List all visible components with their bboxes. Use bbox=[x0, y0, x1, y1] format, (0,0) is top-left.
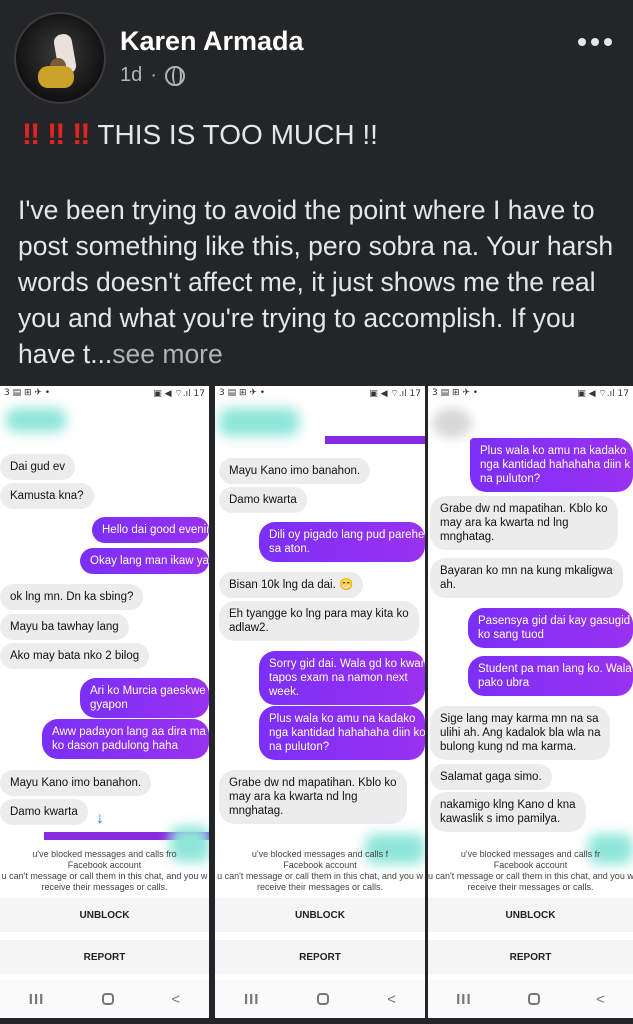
android-nav-bar: III < bbox=[0, 980, 209, 1018]
post-body: I've been trying to avoid the point wher… bbox=[18, 192, 618, 372]
more-options-icon[interactable] bbox=[578, 38, 612, 46]
message-in: Kamusta kna? bbox=[0, 483, 94, 509]
message-in: Mayu ba tawhay lang bbox=[0, 614, 129, 640]
message-out: Ari ko Murcia gaeskwe gyapon bbox=[80, 678, 209, 718]
screenshot-2[interactable]: 3 ▤ ⊞ ✈ • ▣ ◀ ⌔.ıl 17 Mayu Kano imo bana… bbox=[215, 386, 425, 1018]
message-in: Mayu Kano imo banahon. bbox=[0, 770, 152, 796]
recent-apps-icon[interactable]: III bbox=[456, 991, 472, 1008]
back-icon[interactable]: < bbox=[387, 991, 396, 1008]
message-out: Dili oy pigado lang pud parehe sa aton. bbox=[259, 522, 425, 562]
message-in: Bayaran ko mn na kung mkaligwa ah. bbox=[430, 558, 623, 598]
double-exclamation-icon: ‼ bbox=[72, 118, 90, 151]
message-in: Salamat gaga simo. bbox=[430, 764, 552, 790]
blocked-account: Facebook account bbox=[493, 860, 568, 870]
message-in: Damo kwarta bbox=[219, 487, 307, 513]
android-nav-bar: III < bbox=[215, 980, 425, 1018]
blocked-description: u can't message or call them in this cha… bbox=[217, 871, 423, 892]
scroll-down-icon[interactable]: ↓ bbox=[96, 810, 104, 828]
blocked-account: Facebook account bbox=[67, 860, 142, 870]
message-in: Sige lang may karma mn na sa ulihi ah. A… bbox=[430, 706, 611, 760]
meta-separator: · bbox=[150, 64, 157, 86]
post-body-text: I've been trying to avoid the point wher… bbox=[18, 195, 614, 369]
blocked-title: u've blocked messages and calls fr bbox=[460, 849, 601, 859]
unblock-button[interactable]: UNBLOCK bbox=[0, 898, 209, 932]
status-bar: 3 ▤ ⊞ ✈ • ▣ ◀ ⌔.ıl 17 bbox=[428, 386, 633, 404]
back-icon[interactable]: < bbox=[596, 991, 605, 1008]
report-button[interactable]: REPORT bbox=[428, 940, 633, 974]
report-button[interactable]: REPORT bbox=[215, 940, 425, 974]
blocked-account: Facebook account bbox=[283, 860, 357, 870]
double-exclamation-icon: ‼ bbox=[47, 118, 65, 151]
see-more-link[interactable]: see more bbox=[112, 339, 222, 369]
home-icon[interactable] bbox=[527, 993, 540, 1005]
status-bar: 3 ▤ ⊞ ✈ • ▣ ◀ ⌔.ıl 17 bbox=[215, 386, 425, 404]
post-time[interactable]: 1d bbox=[120, 64, 142, 87]
recent-apps-icon[interactable]: III bbox=[244, 991, 260, 1008]
redaction-blur bbox=[6, 408, 66, 432]
status-left: 3 ▤ ⊞ ✈ • bbox=[4, 388, 51, 398]
globe-icon bbox=[164, 65, 185, 86]
recent-apps-icon[interactable]: III bbox=[29, 991, 45, 1008]
report-button[interactable]: REPORT bbox=[0, 940, 209, 974]
message-in: Eh tyangge ko lng para may kita ko adlaw… bbox=[219, 601, 419, 641]
message-out-partial bbox=[325, 436, 425, 444]
message-out: Plus wala ko amu na kadako nga kantidad … bbox=[259, 706, 425, 760]
message-in: Ako may bata nko 2 bilog bbox=[0, 643, 150, 669]
message-out: Sorry gid dai. Wala gd ko kwar tapos exa… bbox=[259, 651, 425, 705]
back-icon[interactable]: < bbox=[171, 991, 180, 1008]
status-bar: 3 ▤ ⊞ ✈ • ▣ ◀ ⌔.ıl 17 bbox=[0, 386, 209, 404]
blocked-title: u've blocked messages and calls fro bbox=[32, 849, 177, 859]
message-in: Grabe dw nd mapatihan. Kblo ko may ara k… bbox=[219, 770, 407, 824]
status-left: 3 ▤ ⊞ ✈ • bbox=[432, 388, 479, 398]
author-name[interactable]: Karen Armada bbox=[120, 26, 304, 57]
message-in: Damo kwarta bbox=[0, 799, 88, 825]
home-icon[interactable] bbox=[101, 993, 114, 1005]
screenshot-3[interactable]: 3 ▤ ⊞ ✈ • ▣ ◀ ⌔.ıl 17 Plus wala ko amu n… bbox=[428, 386, 633, 1018]
message-in: Mayu Kano imo banahon. bbox=[219, 458, 371, 484]
screenshot-1[interactable]: 3 ▤ ⊞ ✈ • ▣ ◀ ⌔.ıl 17 Dai gud ev Kamusta… bbox=[0, 386, 209, 1018]
post-header: Karen Armada 1d · bbox=[0, 0, 633, 110]
headline-text: THIS IS TOO MUCH !! bbox=[97, 119, 378, 150]
message-out: Student pa man lang ko. Wala pako ubra bbox=[468, 656, 633, 696]
blocked-description: u can't message or call them in this cha… bbox=[1, 871, 208, 892]
status-left: 3 ▤ ⊞ ✈ • bbox=[219, 388, 266, 398]
blocked-description: u can't message or call them in this cha… bbox=[428, 871, 633, 892]
message-in: nakamigo klng Kano d kna kawaslik s imo … bbox=[430, 792, 586, 832]
message-out: Okay lang man ikaw ya bbox=[80, 548, 209, 574]
status-right: ▣ ◀ ⌔.ıl 17 bbox=[369, 389, 421, 399]
post-meta: 1d · bbox=[120, 64, 185, 87]
unblock-button[interactable]: UNBLOCK bbox=[428, 898, 633, 932]
unblock-button[interactable]: UNBLOCK bbox=[215, 898, 425, 932]
message-out: Hello dai good evenin bbox=[92, 517, 209, 543]
status-right: ▣ ◀ ⌔.ıl 17 bbox=[153, 389, 205, 399]
message-in: ok lng mn. Dn ka sbing? bbox=[0, 584, 144, 610]
blocked-title: u've blocked messages and calls f bbox=[251, 849, 389, 859]
author-avatar[interactable] bbox=[14, 12, 106, 104]
redaction-blur bbox=[219, 408, 299, 436]
post-headline: ‼ ‼ ‼ THIS IS TOO MUCH !! bbox=[22, 118, 378, 152]
status-right: ▣ ◀ ⌔.ıl 17 bbox=[577, 389, 629, 399]
double-exclamation-icon: ‼ bbox=[22, 118, 40, 151]
android-nav-bar: III < bbox=[428, 980, 633, 1018]
home-icon[interactable] bbox=[317, 993, 330, 1005]
message-out: Pasensya gid dai kay gasugid ko sang tuo… bbox=[468, 608, 633, 648]
message-in: Grabe dw nd mapatihan. Kblo ko may ara k… bbox=[430, 496, 618, 550]
message-in: Dai gud ev bbox=[0, 454, 75, 480]
message-in: Bisan 10k lng da dai. 😁 bbox=[219, 572, 364, 598]
message-out: Aww padayon lang aa dira ma ko dason pad… bbox=[42, 719, 209, 759]
redaction-blur bbox=[432, 408, 472, 438]
message-out: Plus wala ko amu na kadako nga kantidad … bbox=[470, 438, 633, 492]
